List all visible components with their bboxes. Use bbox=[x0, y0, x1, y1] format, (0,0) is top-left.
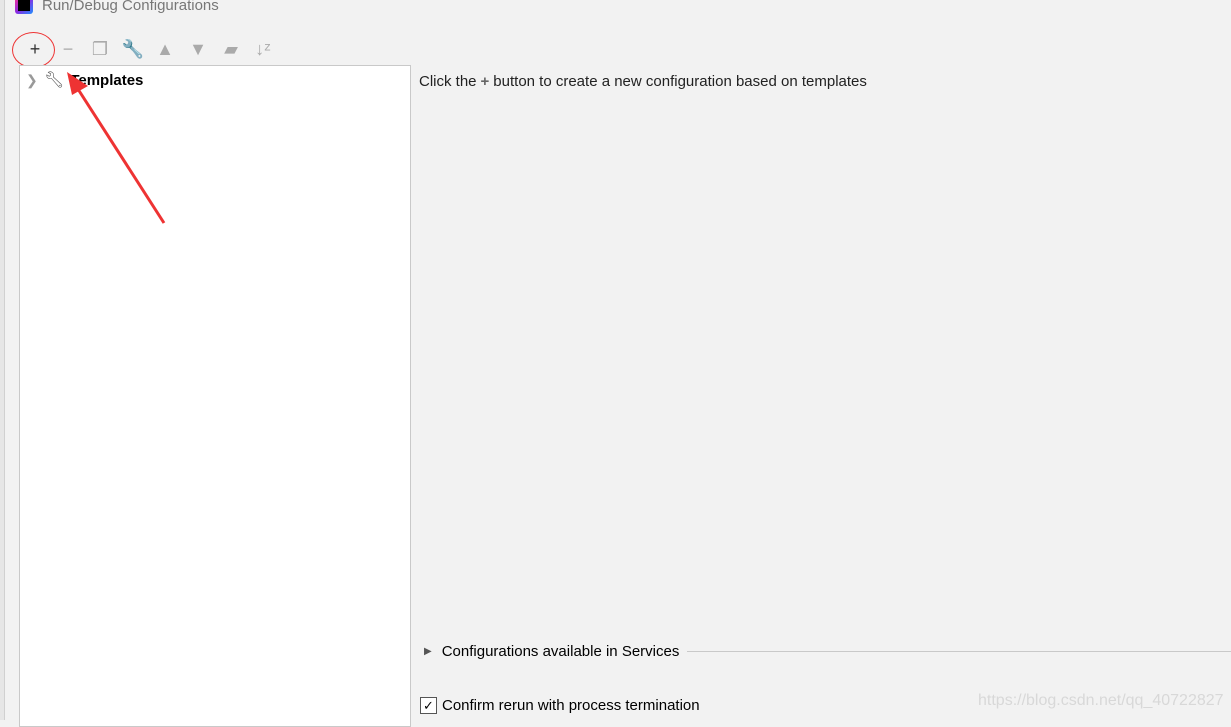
arrow-shaft bbox=[74, 85, 166, 224]
watermark: https://blog.csdn.net/qq_40722827 bbox=[978, 692, 1224, 709]
new-folder-button[interactable]: ▰ bbox=[220, 38, 242, 60]
expand-triangle-icon[interactable]: ▶ bbox=[424, 646, 432, 657]
services-label: Configurations available in Services bbox=[441, 643, 680, 660]
confirm-rerun-label: Confirm rerun with process termination bbox=[442, 697, 700, 714]
empty-hint: Click the + button to create a new configu… bbox=[419, 73, 867, 90]
hint-text: button to create a new configuration bas… bbox=[493, 73, 867, 90]
checkbox-checked-icon[interactable]: ✓ bbox=[420, 697, 437, 714]
hint-text: Click the bbox=[419, 73, 477, 90]
annotation-arrow bbox=[67, 72, 166, 224]
plus-icon: + bbox=[480, 73, 490, 90]
services-section[interactable]: ▶ Configurations available in Services bbox=[424, 643, 1231, 660]
arrow-head bbox=[67, 72, 88, 95]
divider bbox=[687, 651, 1231, 652]
sort-button[interactable]: ↓ᶻ bbox=[252, 38, 274, 60]
confirm-rerun-checkbox[interactable]: ✓ Confirm rerun with process termination bbox=[420, 697, 700, 714]
